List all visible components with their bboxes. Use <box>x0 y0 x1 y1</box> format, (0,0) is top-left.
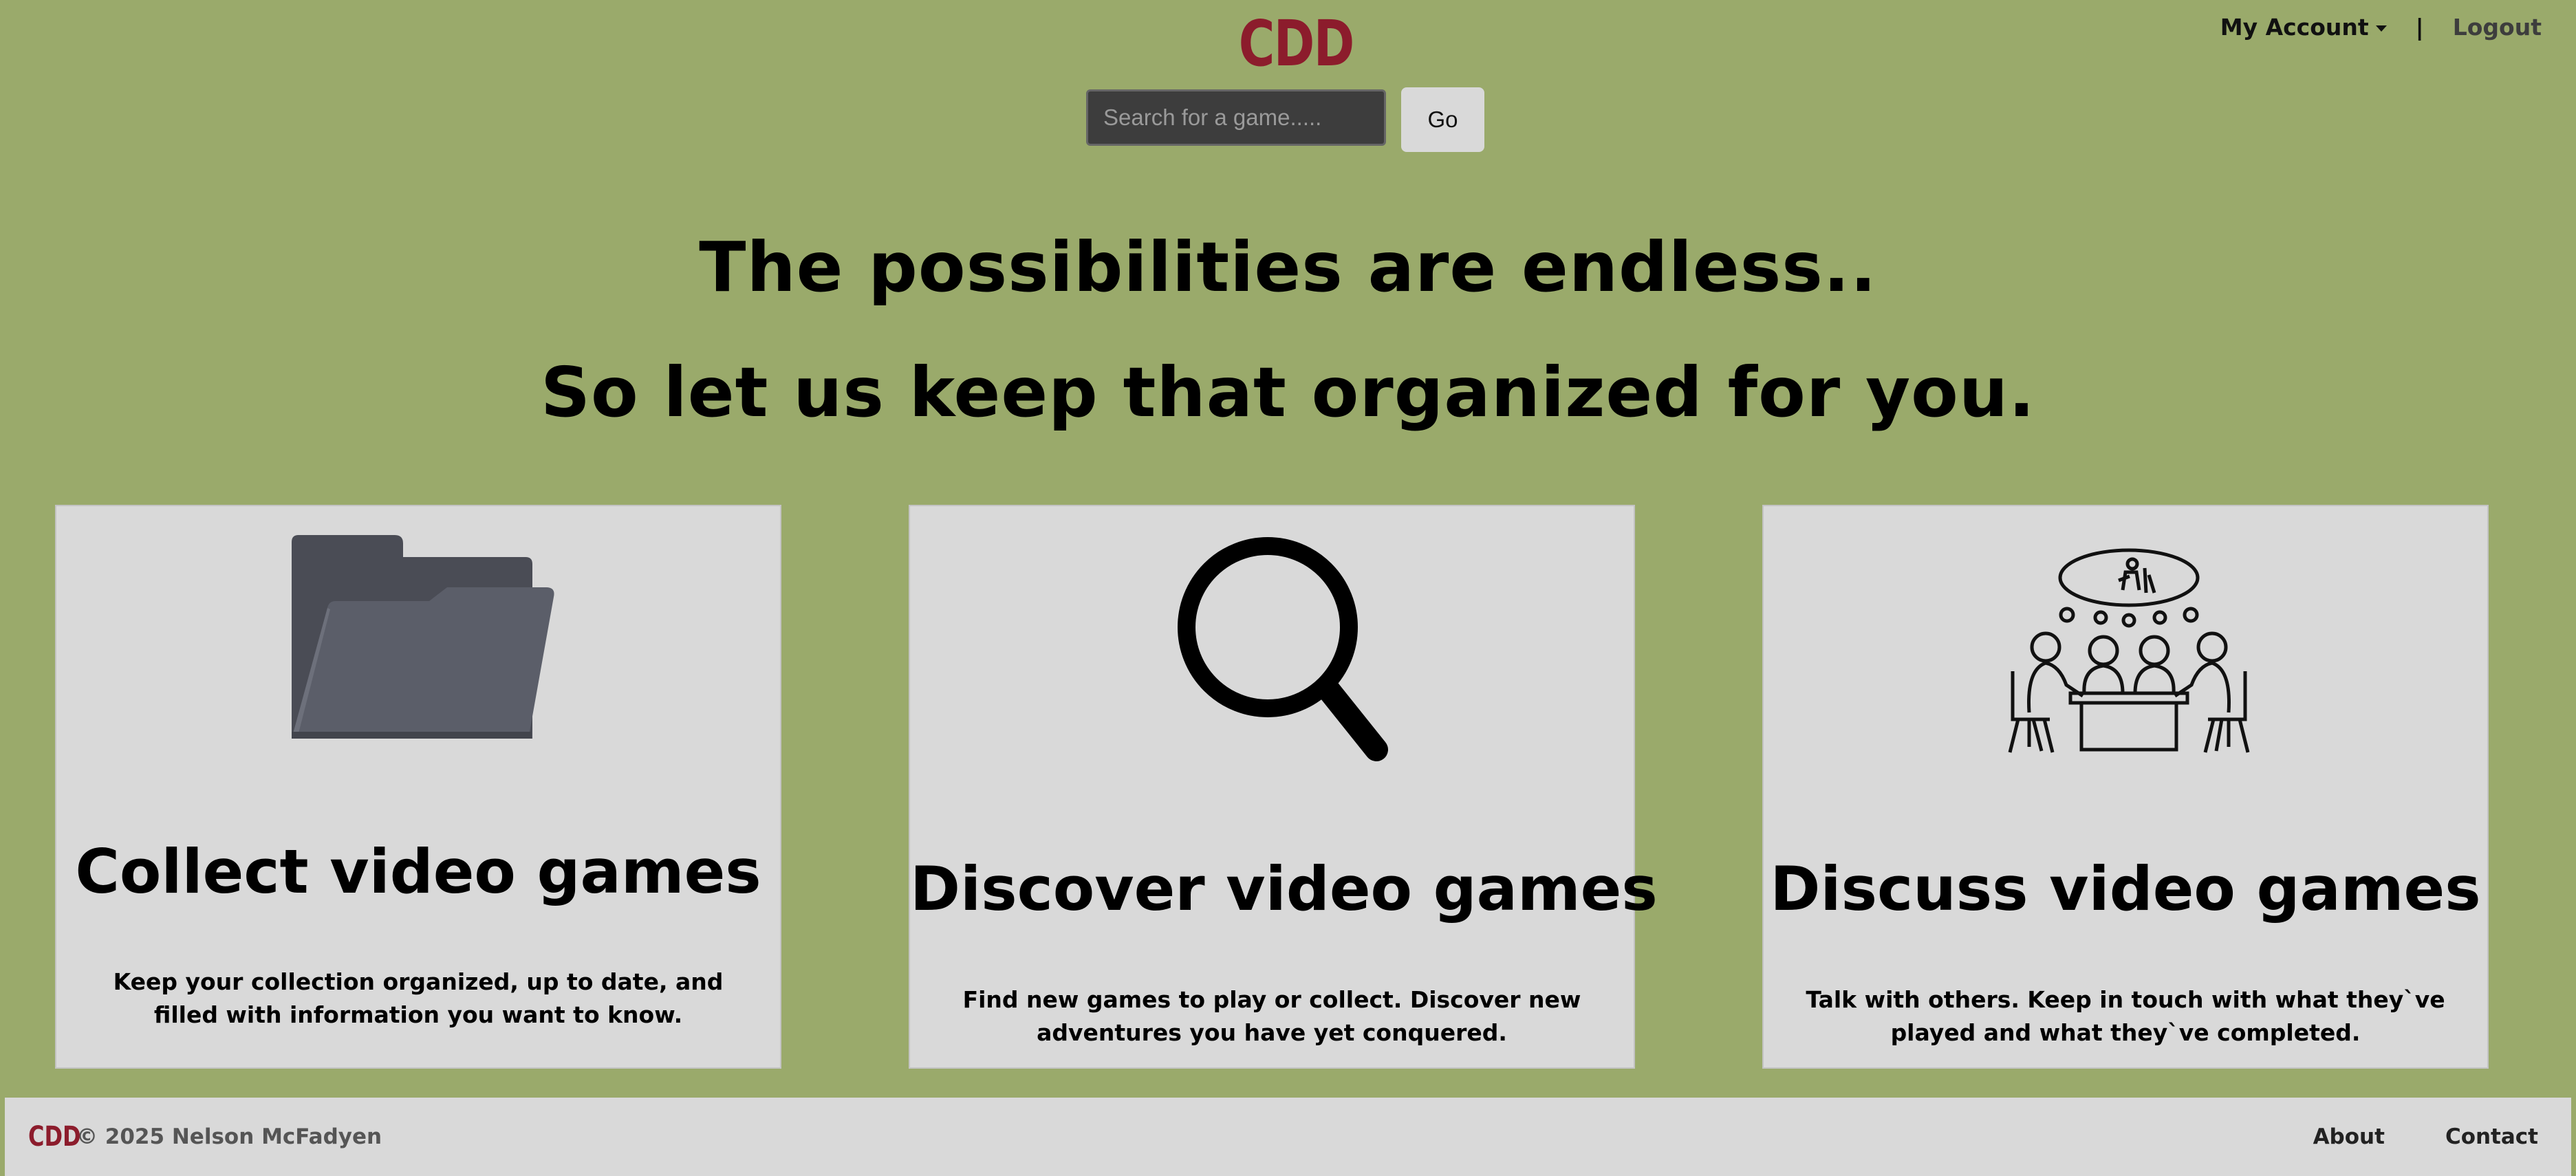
search-input[interactable] <box>1086 89 1386 146</box>
folder-icon <box>292 535 554 739</box>
search-bar: Go <box>1086 87 1484 152</box>
magnifier-icon <box>1178 537 1388 761</box>
my-account-dropdown[interactable]: My Account <box>2220 14 2387 41</box>
account-nav: My Account | Logout <box>2220 10 2542 44</box>
footer-links: About Contact <box>2313 1124 2538 1149</box>
logout-link[interactable]: Logout <box>2453 14 2542 41</box>
hero-line-1: The possibilities are endless.. <box>699 227 1877 307</box>
discover-card: Discover video games Find new games to p… <box>909 505 1658 1069</box>
discuss-card: Discuss video games Talk with others. Ke… <box>1762 505 2489 1069</box>
people-discussion-icon <box>2008 548 2250 753</box>
hero-line-2: So let us keep that organized for you. <box>540 352 2036 433</box>
my-account-label: My Account <box>2220 13 2369 41</box>
discuss-title: Discuss video games <box>1770 853 2481 924</box>
footer: CDD © 2025 Nelson McFadyen About Contact <box>5 1098 2571 1176</box>
caret-down-icon <box>2375 25 2387 32</box>
collect-card: Collect video games Keep your collection… <box>55 505 781 1069</box>
collect-title: Collect video games <box>75 836 761 907</box>
discuss-text: Talk with others. Keep in touch with wha… <box>1806 986 2445 1046</box>
footer-logo[interactable]: CDD <box>28 1121 81 1153</box>
go-button[interactable]: Go <box>1401 87 1484 152</box>
discover-title: Discover video games <box>910 853 1658 924</box>
site-logo[interactable]: CDD <box>1239 10 1355 78</box>
about-link[interactable]: About <box>2313 1124 2385 1149</box>
collect-text: Keep your collection organized, up to da… <box>113 968 724 1028</box>
copyright: © 2025 Nelson McFadyen <box>76 1124 382 1149</box>
nav-separator: | <box>2415 13 2424 41</box>
discover-text: Find new games to play or collect. Disco… <box>962 986 1581 1046</box>
contact-link[interactable]: Contact <box>2445 1124 2538 1149</box>
